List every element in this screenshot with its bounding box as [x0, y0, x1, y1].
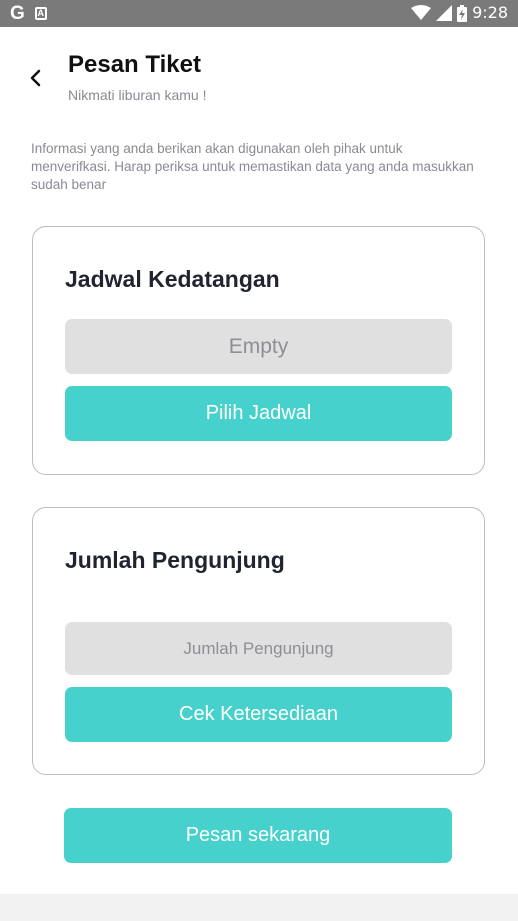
status-bar-right: 9:28 [411, 3, 508, 23]
status-bar: G A 9:28 [0, 0, 518, 27]
visitor-card-title: Jumlah Pengunjung [65, 547, 285, 573]
schedule-card-title: Jadwal Kedatangan [65, 266, 280, 292]
page-title: Pesan Tiket [68, 51, 201, 78]
info-text: Informasi yang anda berikan akan digunak… [31, 141, 474, 192]
back-button[interactable] [22, 64, 48, 92]
pick-schedule-button[interactable]: Pilih Jadwal [65, 386, 452, 441]
bottom-bar [0, 894, 518, 921]
google-icon: G [10, 3, 25, 24]
page-subtitle: Nikmati liburan kamu ! [68, 87, 207, 103]
schedule-card: Jadwal Kedatangan Empty Pilih Jadwal [32, 226, 485, 475]
battery-charging-icon [457, 4, 468, 22]
check-availability-button[interactable]: Cek Ketersediaan [65, 687, 452, 742]
status-time: 9:28 [472, 3, 508, 22]
wifi-icon [411, 5, 432, 20]
signal-icon [436, 5, 453, 21]
status-bar-left: G A [10, 4, 47, 23]
notification-a-icon: A [34, 7, 47, 20]
schedule-field[interactable]: Empty [65, 319, 452, 374]
chevron-left-icon [30, 69, 41, 87]
book-now-button[interactable]: Pesan sekarang [64, 808, 452, 863]
visitor-count-input[interactable]: Jumlah Pengunjung [65, 622, 452, 675]
visitor-card: Jumlah Pengunjung Jumlah Pengunjung Cek … [32, 507, 485, 775]
